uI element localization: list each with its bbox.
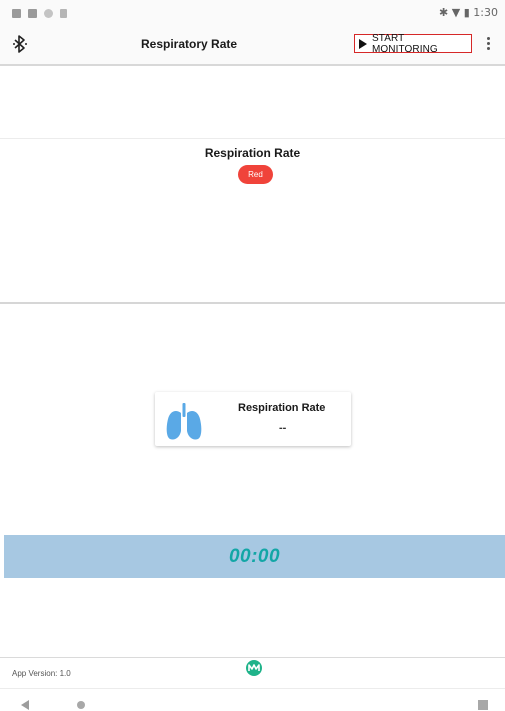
sd-card-icon <box>60 9 67 18</box>
wifi-icon: ▼ <box>451 6 461 19</box>
section-divider-top <box>0 138 505 139</box>
home-icon[interactable] <box>77 701 85 709</box>
battery-icon: ▮ <box>463 6 470 19</box>
status-right: ✱ ▼ ▮ 1:30 <box>439 6 498 19</box>
play-icon <box>359 38 367 49</box>
section-divider-middle <box>0 302 505 304</box>
circle-icon <box>44 9 53 18</box>
status-time: 1:30 <box>473 6 498 19</box>
timer-display: 00:00 <box>228 545 281 567</box>
app-bar-divider <box>0 64 505 66</box>
footer-divider <box>0 657 505 658</box>
card-title: Respiration Rate <box>238 402 326 414</box>
image-icon <box>28 9 37 18</box>
app-version: App Version: 1.0 <box>12 669 71 678</box>
recents-icon[interactable] <box>478 700 488 710</box>
lungs-icon <box>166 403 202 440</box>
respiration-rate-heading: Respiration Rate <box>204 146 301 160</box>
status-badge[interactable]: Red <box>238 165 273 184</box>
timer-band: 00:00 <box>4 535 505 578</box>
respiration-rate-value: -- <box>279 422 287 434</box>
respiration-rate-card: Respiration Rate -- <box>155 392 351 446</box>
more-vert-icon[interactable] <box>485 37 491 51</box>
bluetooth-icon[interactable] <box>13 34 27 54</box>
maxim-logo-icon <box>246 660 262 676</box>
bluetooth-icon: ✱ <box>439 6 449 19</box>
back-icon[interactable] <box>21 700 29 710</box>
nav-bar-divider <box>0 688 505 689</box>
start-monitoring-label: START MONITORING <box>372 32 438 55</box>
notification-icon <box>12 9 21 18</box>
logo-mark <box>248 664 260 671</box>
start-monitoring-button[interactable]: START MONITORING <box>354 32 472 55</box>
page-title: Respiratory Rate <box>141 37 238 51</box>
status-bar: ✱ ▼ ▮ 1:30 <box>0 0 505 26</box>
